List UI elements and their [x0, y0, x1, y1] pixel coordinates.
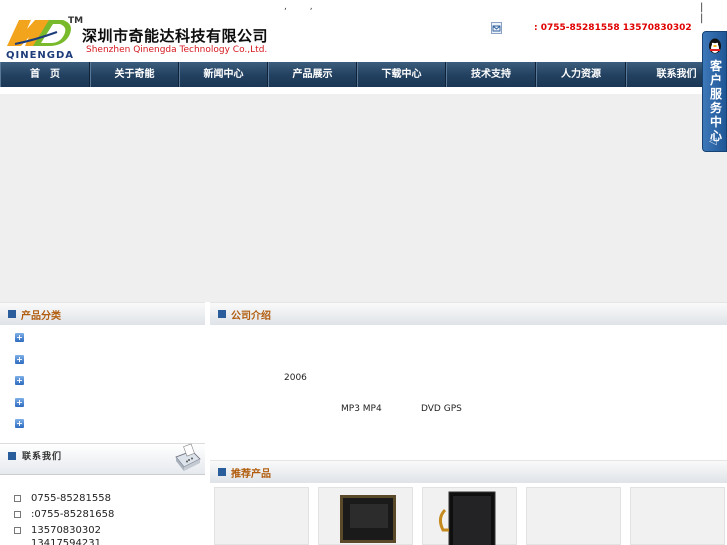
contact-title: 联系我们 [22, 452, 63, 462]
recommend-header: 推荐产品 [210, 460, 727, 483]
section-bullet-icon [8, 310, 16, 318]
nav-item-6[interactable]: 人力资源 [536, 62, 626, 87]
section-bullet-icon [218, 468, 226, 476]
qinengda-logo-icon [7, 20, 71, 46]
category-expand-icon[interactable]: + [15, 376, 24, 385]
company-name-cn: 深圳市奇能达科技有限公司 [82, 27, 269, 45]
page: QINENGDA TM 深圳市奇能达科技有限公司 Shenzhen Qineng… [0, 0, 727, 545]
section-bullet-icon [218, 310, 226, 318]
category-title: 产品分类 [21, 311, 61, 322]
category-expand-icon[interactable]: + [15, 355, 24, 364]
contact-mobile-2-value: 13417594231 [31, 538, 101, 545]
intro-title: 公司介绍 [231, 311, 271, 322]
nav-active-indicator [323, 87, 345, 94]
customer-service-label: 客户服务中心 [709, 59, 722, 143]
category-expand-icon[interactable]: + [15, 398, 24, 407]
contact-fax-value: :0755-85281658 [31, 509, 115, 520]
logo-wordmark: QINENGDA [6, 50, 75, 61]
touch-panel-image [438, 491, 496, 545]
product-card[interactable] [630, 487, 725, 545]
intro-year: 2006 [284, 373, 307, 383]
lcd-module-image [340, 495, 396, 543]
company-logo[interactable]: QINENGDA TM 深圳市奇能达科技有限公司 Shenzhen Qineng… [2, 14, 269, 62]
nav-item-2[interactable]: 新闻中心 [179, 62, 268, 87]
category-expand-icon[interactable]: + [15, 419, 24, 428]
product-card[interactable] [214, 487, 309, 545]
qq-penguin-icon [709, 38, 721, 54]
mobile-icon [14, 526, 21, 534]
trademark-label: TM [68, 16, 84, 26]
top-links[interactable]: , , [284, 2, 323, 12]
collapse-arrow-icon[interactable]: ◁ [709, 136, 717, 147]
contact-mobile-value: 13570830302 [31, 525, 101, 536]
recommend-title: 推荐产品 [231, 469, 271, 480]
header: QINENGDA TM 深圳市奇能达科技有限公司 Shenzhen Qineng… [0, 0, 727, 62]
hotline-phone: : 0755-85281558 13570830302 [534, 23, 692, 33]
customer-service-tab[interactable]: 客户服务中心 ◁ [702, 31, 727, 152]
banner-area [0, 94, 727, 302]
contact-mobile-2: 13417594231 [31, 538, 101, 545]
company-name-en: Shenzhen Qinengda Technology Co.,Ltd. [86, 45, 268, 55]
top-separators: | | [700, 2, 720, 24]
intro-products-b: DVD GPS [421, 404, 462, 414]
contact-phone-value: 0755-85281558 [31, 493, 111, 504]
main-navigation: 首 页关于奇能 新闻中心 产品展示 下载中心 技术支持 人力资源 联系我们 [0, 62, 727, 87]
nav-item-1[interactable]: 关于奇能 [90, 62, 179, 87]
contact-phone: 0755-85281558 [14, 493, 111, 504]
section-bullet-icon [8, 452, 16, 460]
phone-icon [14, 494, 21, 502]
nav-item-3[interactable]: 产品展示 [268, 62, 357, 87]
contact-mobile: 13570830302 [14, 525, 101, 536]
mail-icon[interactable] [491, 22, 502, 34]
nav-item-5[interactable]: 技术支持 [446, 62, 536, 87]
product-thumbnails [214, 487, 727, 545]
category-header: 产品分类 [0, 302, 205, 325]
contact-fax: :0755-85281658 [14, 509, 114, 520]
intro-products-a: MP3 MP4 [341, 404, 382, 414]
nav-item-0[interactable]: 首 页 [0, 62, 90, 87]
fax-icon [14, 510, 21, 518]
product-card[interactable] [318, 487, 413, 545]
product-card[interactable] [526, 487, 621, 545]
intro-header: 公司介绍 [210, 302, 727, 325]
category-expand-icon[interactable]: + [15, 333, 24, 342]
fax-machine-icon [175, 443, 201, 471]
product-card[interactable] [422, 487, 517, 545]
contact-header: 联系我们 [0, 443, 205, 475]
nav-item-4[interactable]: 下载中心 [357, 62, 446, 87]
